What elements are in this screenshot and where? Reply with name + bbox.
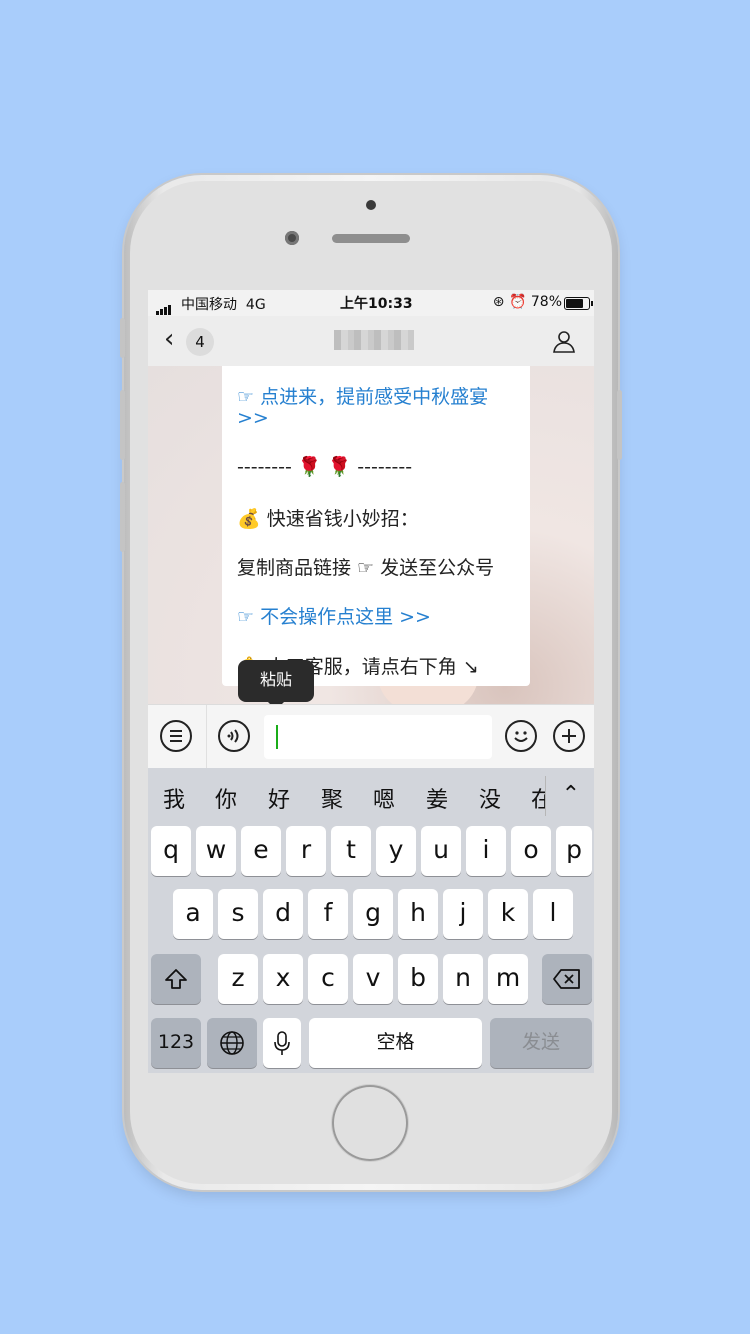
message-line: 复制商品链接 ☞ 发送至公众号 [237,557,495,579]
unread-count-badge[interactable]: 4 [186,328,214,356]
send-key[interactable]: 发送 [490,1018,592,1068]
key-j[interactable]: j [443,889,483,939]
message-link[interactable]: ☞ 不会操作点这里 >> [237,602,431,629]
volume-up-button [120,390,125,460]
key-n[interactable]: n [443,954,483,1004]
key-e[interactable]: e [241,826,281,876]
key-q[interactable]: q [151,826,191,876]
profile-icon[interactable] [552,329,576,353]
key-v[interactable]: v [353,954,393,1004]
mute-switch [120,318,125,358]
microphone-key[interactable] [263,1018,301,1068]
delete-key[interactable] [542,954,592,1004]
candidate-word[interactable]: 你 [215,782,237,814]
menu-list-icon[interactable] [160,720,192,752]
chat-area[interactable]: ☞ 点进来，提前感受中秋盛宴 >> -------- 🌹 🌹 -------- … [148,366,594,704]
shift-key[interactable] [151,954,201,1004]
key-p[interactable]: p [556,826,592,876]
key-c[interactable]: c [308,954,348,1004]
key-w[interactable]: w [196,826,236,876]
paste-tooltip[interactable]: 粘贴 [238,660,314,710]
key-s[interactable]: s [218,889,258,939]
key-l[interactable]: l [533,889,573,939]
key-a[interactable]: a [173,889,213,939]
candidate-word[interactable]: 在 [531,782,545,814]
candidate-word[interactable]: 好 [268,782,290,814]
expand-candidates-icon[interactable]: ⌃ [562,782,580,807]
candidate-word[interactable]: 聚 [321,782,343,814]
key-f[interactable]: f [308,889,348,939]
signal-icon [156,299,172,315]
message-bubble[interactable]: ☞ 点进来，提前感受中秋盛宴 >> -------- 🌹 🌹 -------- … [222,366,530,686]
candidate-word[interactable]: 姜 [426,782,448,814]
status-bar: 中国移动 4G 上午10:33 ⊛ ⏰ 78% [148,290,594,316]
status-right: ⊛ ⏰ 78% [493,294,562,310]
earpiece-speaker [332,234,410,243]
key-b[interactable]: b [398,954,438,1004]
shift-arrow-icon [165,969,187,989]
globe-icon [220,1031,244,1055]
key-i[interactable]: i [466,826,506,876]
plus-icon[interactable] [553,720,585,752]
key-g[interactable]: g [353,889,393,939]
key-h[interactable]: h [398,889,438,939]
candidate-word[interactable]: 嗯 [373,782,395,814]
text-caret [276,725,278,749]
divider [206,705,207,769]
key-z[interactable]: z [218,954,258,1004]
volume-down-button [120,482,125,552]
home-button[interactable] [332,1085,408,1161]
battery-percent: 78% [530,294,562,310]
key-o[interactable]: o [511,826,551,876]
key-k[interactable]: k [488,889,528,939]
clock: 上午10:33 [340,296,413,312]
chat-title-blurred [334,330,414,350]
divider [545,776,546,816]
power-button [617,390,622,460]
candidate-bar: 我 你 好 聚 嗯 姜 没 在 ⌃ [148,768,594,820]
key-m[interactable]: m [488,954,528,1004]
carrier-label: 中国移动 4G [181,297,266,313]
key-y[interactable]: y [376,826,416,876]
numbers-key[interactable]: 123 [151,1018,201,1068]
key-r[interactable]: r [286,826,326,876]
message-link-arrow[interactable]: >> [237,407,269,429]
message-divider: -------- 🌹 🌹 -------- [237,456,413,478]
sensor-dot [366,200,376,210]
back-chevron-icon[interactable]: ‹ [164,326,174,352]
space-key[interactable]: 空格 [309,1018,482,1068]
input-bar [148,704,594,769]
candidate-word[interactable]: 没 [479,782,501,814]
message-line: 💰 快速省钱小妙招： [237,508,419,530]
front-camera [285,231,299,245]
emoji-icon[interactable] [505,720,537,752]
battery-icon [564,297,593,310]
message-link[interactable]: ☞ 点进来，提前感受中秋盛宴 [237,382,488,409]
key-d[interactable]: d [263,889,303,939]
phone-screen: 中国移动 4G 上午10:33 ⊛ ⏰ 78% ‹ 4 ☞ 点进来，提前感受中秋… [148,290,594,1073]
key-x[interactable]: x [263,954,303,1004]
key-t[interactable]: t [331,826,371,876]
chat-header: ‹ 4 [148,316,594,367]
rotation-lock-icon: ⊛ [492,294,505,310]
alarm-icon: ⏰ [508,294,527,310]
key-u[interactable]: u [421,826,461,876]
microphone-icon [274,1031,290,1055]
candidate-word[interactable]: 我 [163,782,185,814]
message-input[interactable] [264,715,492,759]
voice-icon[interactable] [218,720,250,752]
globe-key[interactable] [207,1018,257,1068]
keyboard: 我 你 好 聚 嗯 姜 没 在 ⌃ q w e r t y u i o p a … [148,768,594,1073]
backspace-icon [553,969,580,989]
